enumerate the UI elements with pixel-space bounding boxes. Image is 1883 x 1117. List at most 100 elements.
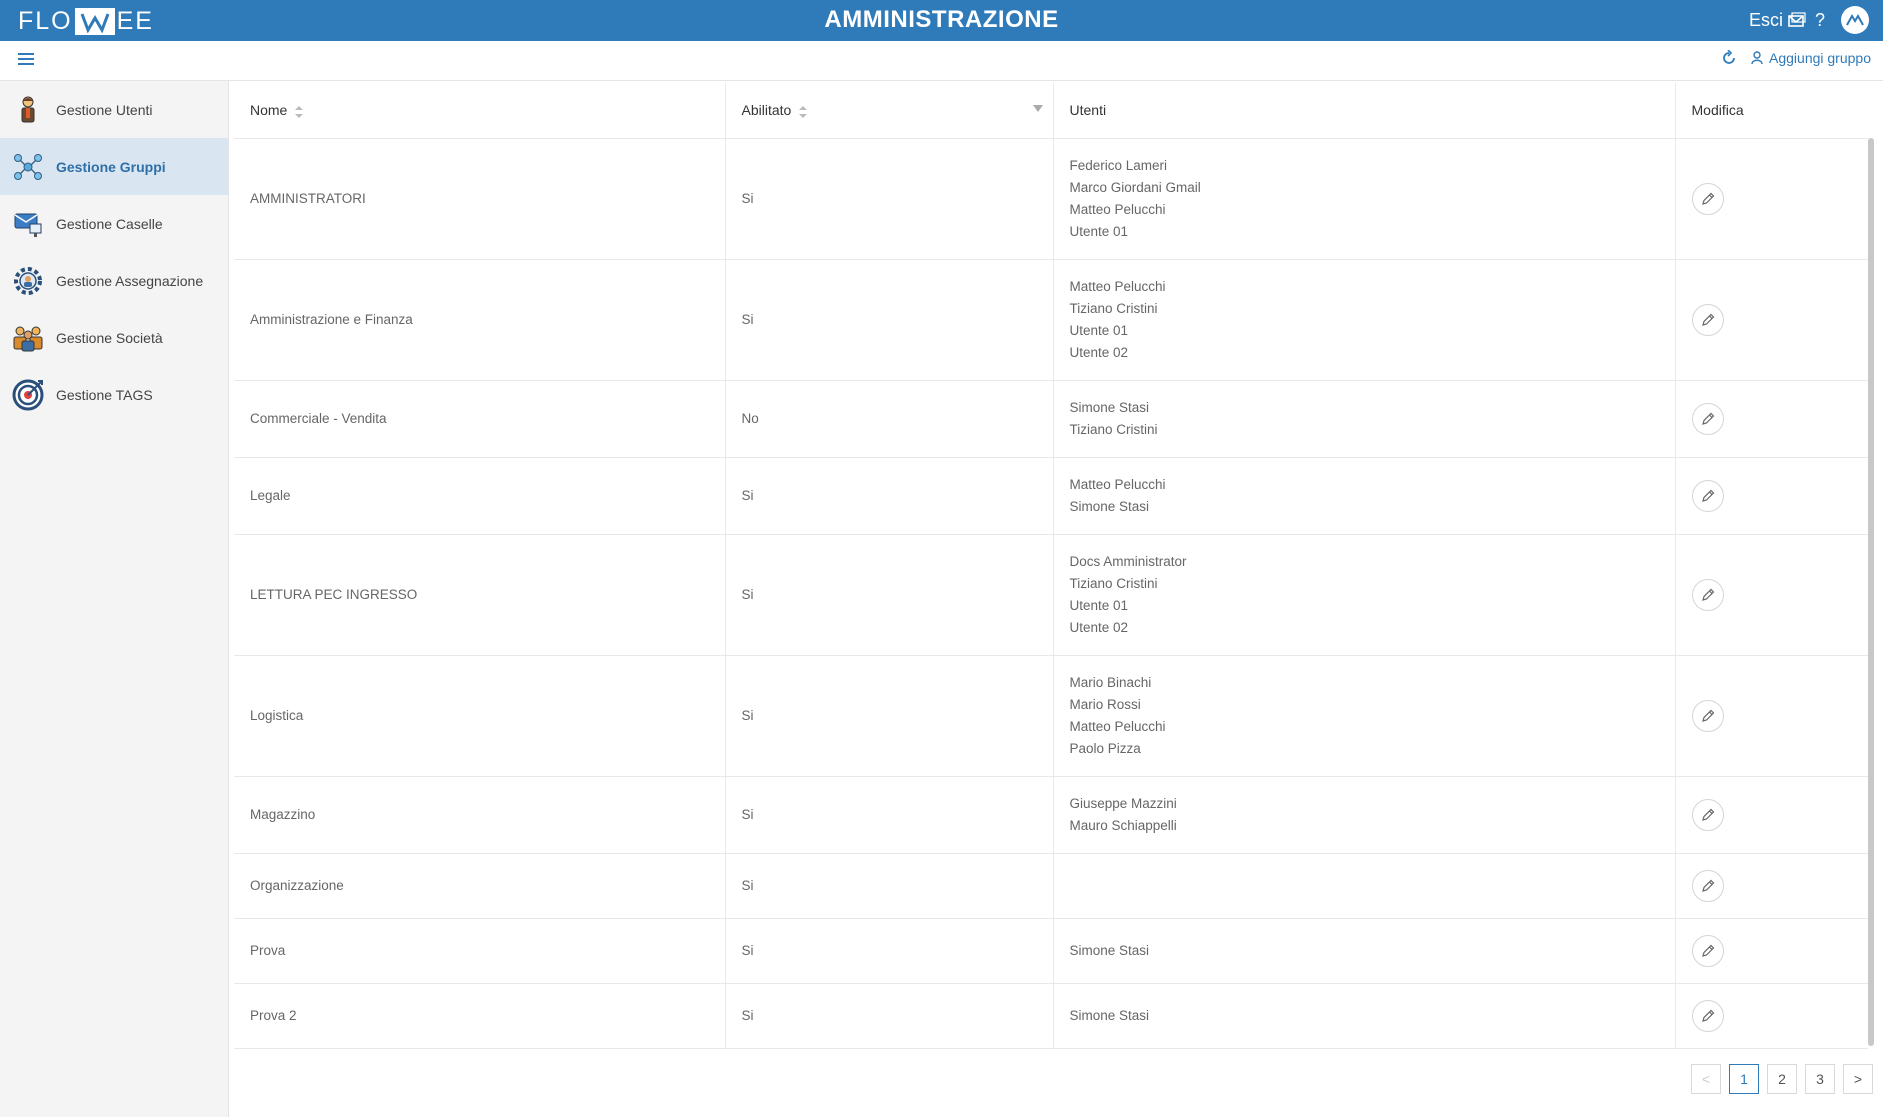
mailbox-icon: [0, 210, 56, 238]
sidebar-item-label: Gestione TAGS: [56, 386, 153, 403]
edit-group-button[interactable]: [1691, 934, 1724, 967]
enabled-cell: Si: [725, 983, 1054, 1049]
group-name-cell: AMMINISTRATORI: [234, 138, 726, 260]
table-row: AMMINISTRATORI Si Federico Lameri Marco Gio…: [234, 138, 1868, 260]
user-name: Utente 02: [1069, 344, 1129, 360]
users-cell: [1053, 853, 1676, 919]
sidebar-item-label: Gestione Caselle: [56, 215, 163, 232]
table-scrollbar[interactable]: [1868, 138, 1874, 1046]
edit-group-button[interactable]: [1691, 798, 1724, 831]
edit-cell: [1675, 457, 1868, 535]
pencil-icon: [1701, 944, 1714, 957]
user-name: Utente 01: [1069, 322, 1129, 338]
table-row: Prova Si Simone Stasi: [234, 918, 1868, 984]
sort-icon[interactable]: [295, 105, 304, 118]
users-cell: Simone Stasi: [1053, 983, 1676, 1049]
next-page-button[interactable]: >: [1843, 1064, 1873, 1094]
user-name: Utente 02: [1069, 619, 1129, 635]
edit-group-button[interactable]: [1691, 303, 1724, 336]
enabled-cell: Si: [725, 776, 1054, 854]
prev-page-button[interactable]: <: [1691, 1064, 1721, 1094]
user-name: Giuseppe Mazzini: [1069, 795, 1177, 811]
pencil-icon: [1701, 808, 1714, 821]
edit-group-button[interactable]: [1691, 402, 1724, 435]
user-name: Matteo Pelucchi: [1069, 201, 1166, 217]
user-name: Docs Amministrator: [1069, 553, 1187, 569]
refresh-icon[interactable]: [1721, 50, 1737, 66]
sidebar-item-gestione-utenti[interactable]: Gestione Utenti: [0, 81, 228, 138]
table-row: Amministrazione e Finanza Si Matteo Pelucc…: [234, 259, 1868, 381]
sidebar-item-gestione-gruppi[interactable]: Gestione Gruppi: [0, 138, 228, 195]
edit-group-button[interactable]: [1691, 479, 1724, 512]
sort-icon[interactable]: [799, 105, 808, 118]
user-name: Mauro Schiappelli: [1069, 817, 1177, 833]
edit-group-button[interactable]: [1691, 578, 1724, 611]
pencil-icon: [1701, 489, 1714, 502]
users-cell: Mario Binachi Mario Rossi Matteo Pelucchi P…: [1053, 655, 1676, 777]
sidebar-item-gestione-tags[interactable]: Gestione TAGS: [0, 366, 228, 423]
pencil-icon: [1701, 588, 1714, 601]
table-row: LETTURA PEC INGRESSO Si Docs Amministrator…: [234, 534, 1868, 656]
sidebar-item-gestione-caselle[interactable]: Gestione Caselle: [0, 195, 228, 252]
sidebar-item-gestione-societa[interactable]: Gestione Società: [0, 309, 228, 366]
pencil-icon: [1701, 1009, 1714, 1022]
page-title: AMMINISTRAZIONE: [824, 6, 1059, 33]
enabled-cell: No: [725, 380, 1054, 458]
group-name-cell: Legale: [234, 457, 726, 535]
page-button-2[interactable]: 2: [1767, 1064, 1797, 1094]
add-group-button[interactable]: Aggiungi gruppo: [1751, 50, 1871, 66]
pencil-icon: [1701, 313, 1714, 326]
group-name-cell: Prova: [234, 918, 726, 984]
pencil-icon: [1701, 192, 1714, 205]
column-header-nome[interactable]: Nome: [234, 83, 726, 139]
table-header-row: Nome Abilitato Utenti Modifica: [234, 83, 1868, 139]
column-header-modifica: Modifica: [1675, 83, 1868, 139]
user-add-icon: [1751, 51, 1763, 65]
pencil-icon: [1701, 709, 1714, 722]
user-name: Matteo Pelucchi: [1069, 278, 1166, 294]
user-name: Tiziano Cristini: [1069, 575, 1158, 591]
page-button-1[interactable]: 1: [1729, 1064, 1759, 1094]
user-name: Marco Giordani Gmail: [1069, 179, 1201, 195]
edit-cell: [1675, 259, 1868, 381]
user-name: Mario Rossi: [1069, 696, 1141, 712]
toolbar-actions: Aggiungi gruppo: [1721, 50, 1871, 66]
edit-group-button[interactable]: [1691, 869, 1724, 902]
messages-icon[interactable]: [1787, 11, 1807, 29]
filter-icon[interactable]: [1032, 105, 1043, 112]
group-name-cell: Magazzino: [234, 776, 726, 854]
menu-toggle-icon[interactable]: [18, 51, 34, 67]
users-cell: Matteo Pelucchi Simone Stasi: [1053, 457, 1676, 535]
table-row: Logistica Si Mario Binachi Mario Rossi Matte…: [234, 655, 1868, 777]
user-name: Utente 01: [1069, 597, 1129, 613]
enabled-cell: Si: [725, 457, 1054, 535]
edit-group-button[interactable]: [1691, 699, 1724, 732]
sidebar-item-gestione-assegnazione[interactable]: Gestione Assegnazione: [0, 252, 228, 309]
table-row: Legale Si Matteo Pelucchi Simone Stasi: [234, 457, 1868, 535]
table-row: Commerciale - Vendita No Simone Stasi Tizia…: [234, 380, 1868, 458]
column-header-utenti: Utenti: [1053, 83, 1676, 139]
user-name: Simone Stasi: [1069, 1007, 1150, 1023]
users-cell: Simone Stasi Tiziano Cristini: [1053, 380, 1676, 458]
column-header-abilitato[interactable]: Abilitato: [725, 83, 1054, 139]
enabled-cell: Si: [725, 918, 1054, 984]
help-button[interactable]: ?: [1815, 10, 1825, 31]
edit-cell: [1675, 380, 1868, 458]
user-name: Federico Lameri: [1069, 157, 1168, 173]
user-avatar-icon[interactable]: [1841, 6, 1869, 34]
user-name: Tiziano Cristini: [1069, 300, 1158, 316]
table-row: Prova 2 Si Simone Stasi: [234, 983, 1868, 1049]
logout-link[interactable]: Esci: [1749, 10, 1783, 31]
group-name-cell: Logistica: [234, 655, 726, 777]
sidebar-item-label: Gestione Società: [56, 329, 163, 346]
edit-group-button[interactable]: [1691, 999, 1724, 1032]
group-name-cell: Commerciale - Vendita: [234, 380, 726, 458]
edit-cell: [1675, 918, 1868, 984]
company-people-icon: [0, 323, 56, 353]
edit-group-button[interactable]: [1691, 182, 1724, 215]
enabled-cell: Si: [725, 138, 1054, 260]
edit-cell: [1675, 138, 1868, 260]
groups-table: Nome Abilitato Utenti Modifica AMMINISTR…: [234, 83, 1868, 1049]
enabled-cell: Si: [725, 853, 1054, 919]
page-button-3[interactable]: 3: [1805, 1064, 1835, 1094]
